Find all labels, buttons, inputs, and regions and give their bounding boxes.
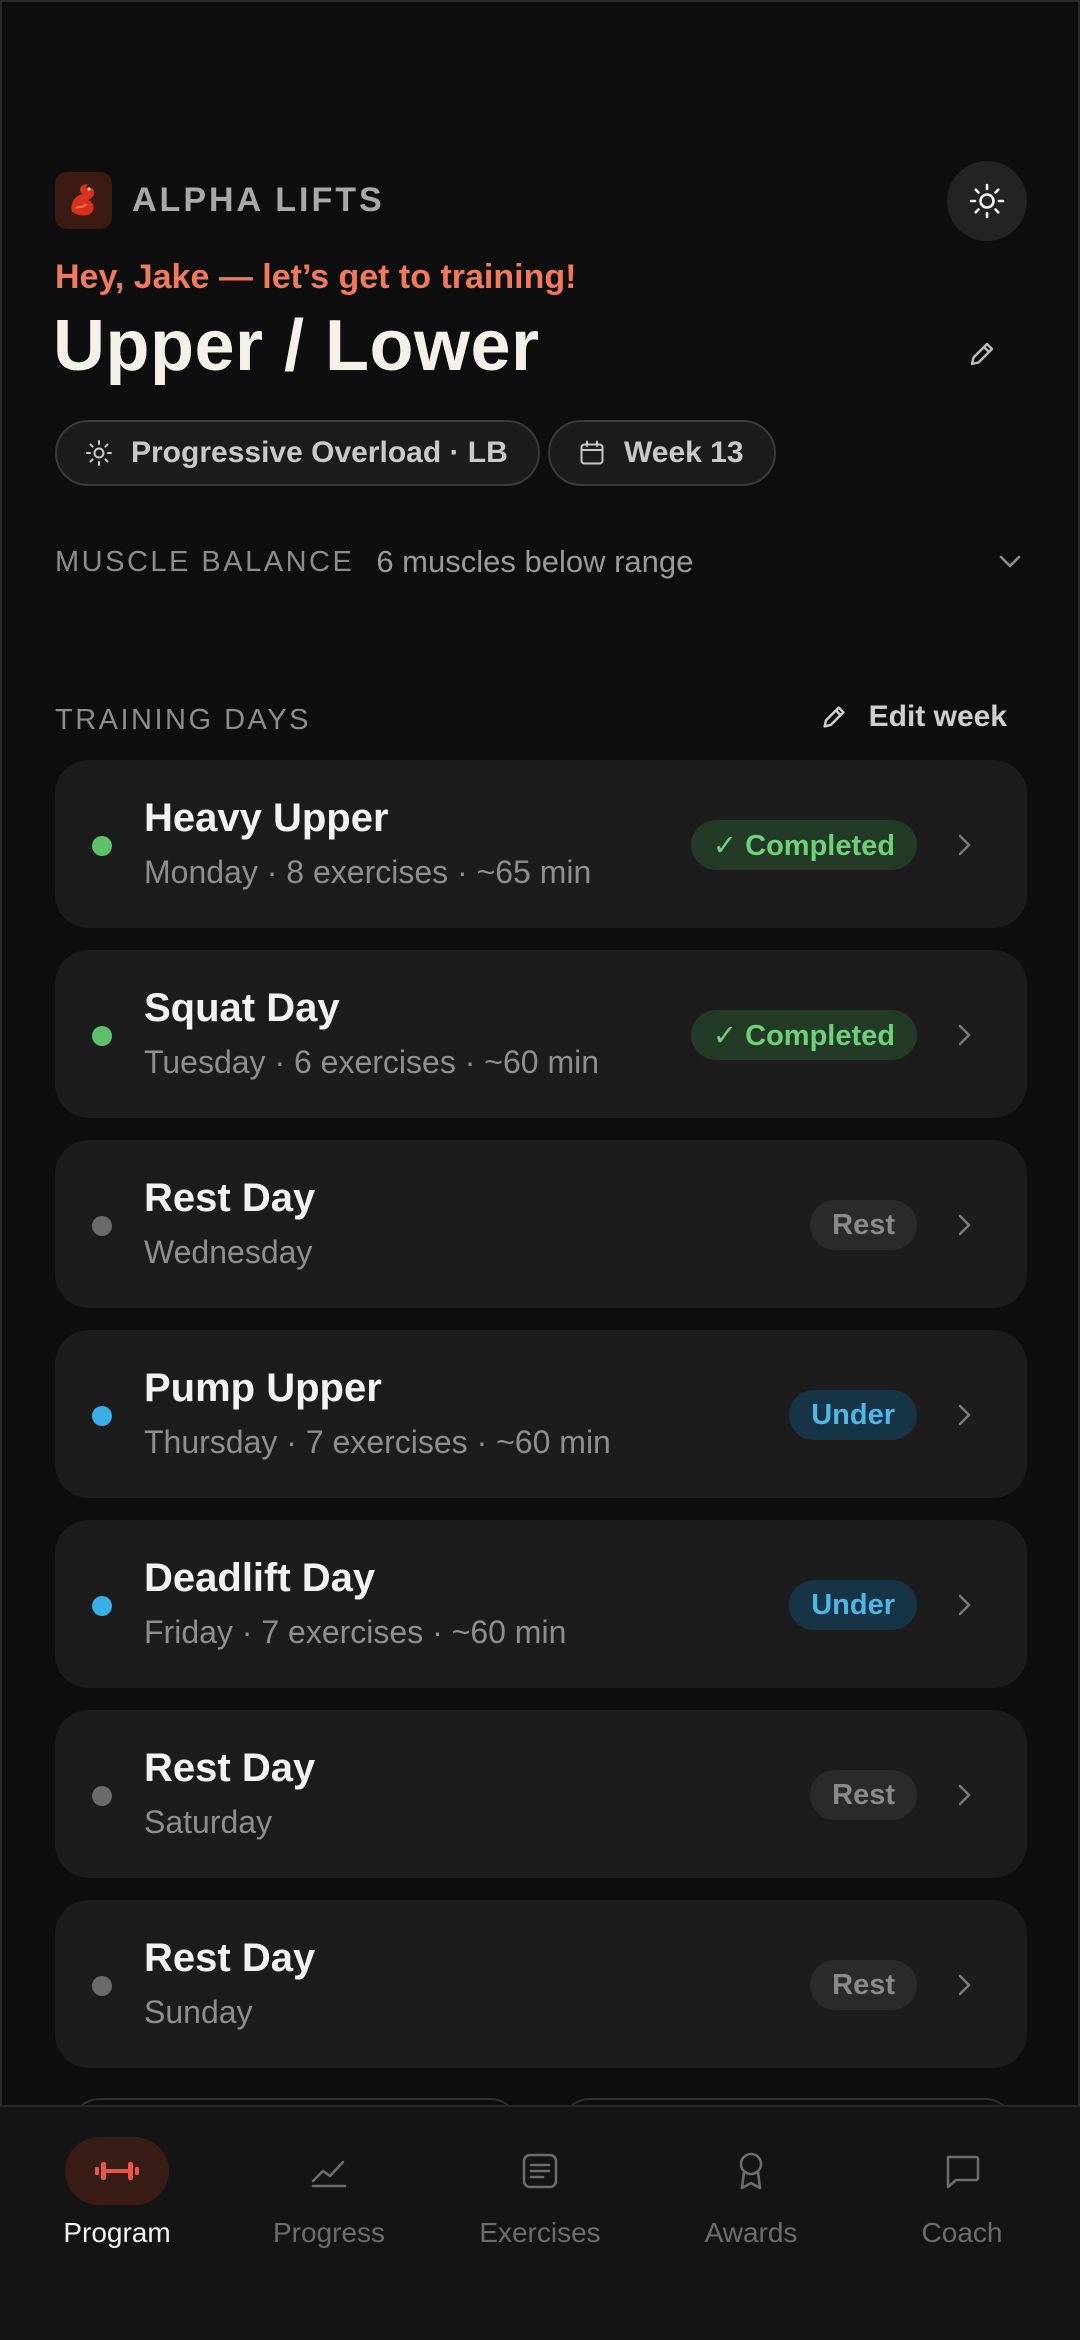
day-meta: Sunday: [144, 1994, 253, 2030]
status-badge: Rest: [810, 1770, 917, 1820]
greeting-text: Hey, Jake — let’s get to training!: [55, 258, 577, 296]
day-meta: Wednesday: [144, 1234, 313, 1270]
day-meta: Monday · 8 exercises · ~65 min: [144, 854, 592, 890]
program-type-chip[interactable]: Progressive Overload · LB: [55, 420, 540, 486]
muscle-balance-value: 6 muscles below range: [376, 544, 694, 579]
brand-row: ALPHA LIFTS: [55, 170, 385, 230]
status-badge: ✓ Completed: [690, 820, 917, 870]
edit-week-button[interactable]: Edit week: [819, 692, 1007, 742]
week-label: Week 13: [624, 436, 744, 469]
status-badge: Rest: [810, 1960, 917, 2010]
program-type-label: Progressive Overload · LB: [131, 436, 508, 469]
bottom-nav: Program Progress Exercises Awards Coach: [0, 2105, 1080, 2340]
status-dot: [92, 1406, 112, 1426]
chat-icon: [946, 2155, 980, 2189]
status-dot: [92, 1026, 112, 1046]
training-days-label: TRAINING DAYS: [55, 704, 311, 736]
status-badge: ✓ Completed: [690, 1010, 917, 1060]
award-icon: [739, 2152, 763, 2190]
training-day-card[interactable]: Deadlift Day Friday · 7 exercises · ~60 m…: [55, 1520, 1027, 1688]
nav-awards[interactable]: Awards: [656, 2137, 846, 2277]
training-day-card[interactable]: Squat Day Tuesday · 6 exercises · ~60 min…: [55, 950, 1027, 1118]
training-day-card[interactable]: Rest Day Sunday Rest: [55, 1900, 1027, 2068]
theme-toggle-button[interactable]: [947, 161, 1027, 241]
sparkle-icon: [85, 439, 113, 467]
dragon-logo-icon: [55, 171, 112, 229]
chart-line-icon: [311, 2160, 347, 2188]
nav-exercises-label: Exercises: [479, 2217, 601, 2248]
chevron-right-icon: [947, 1208, 981, 1242]
training-day-card[interactable]: Rest Day Wednesday Rest: [55, 1140, 1027, 1308]
list-icon: [522, 2153, 558, 2189]
day-name: Deadlift Day: [144, 1556, 376, 1600]
chevron-right-icon: [947, 1018, 981, 1052]
muscle-balance-row[interactable]: MUSCLE BALANCE 6 muscles below range: [55, 540, 1025, 584]
status-dot: [92, 1976, 112, 1996]
day-name: Rest Day: [144, 1746, 316, 1790]
edit-week-label: Edit week: [868, 700, 1007, 733]
nav-progress[interactable]: Progress: [234, 2137, 424, 2277]
nav-progress-label: Progress: [272, 2217, 386, 2248]
calendar-icon: [578, 439, 606, 467]
status-badge: Under: [789, 1390, 917, 1440]
chevron-right-icon: [947, 828, 981, 862]
training-days-header: TRAINING DAYS Edit week: [55, 692, 1025, 742]
pencil-icon: [970, 342, 994, 366]
chevron-down-icon: [995, 546, 1025, 581]
chevron-right-icon: [947, 1398, 981, 1432]
training-day-card[interactable]: Heavy Upper Monday · 8 exercises · ~65 mi…: [55, 760, 1027, 928]
training-day-card[interactable]: Pump Upper Thursday · 7 exercises · ~60 m…: [55, 1330, 1027, 1498]
edit-program-button[interactable]: [960, 332, 1004, 376]
day-meta: Friday · 7 exercises · ~60 min: [144, 1614, 567, 1650]
day-name: Heavy Upper: [144, 796, 389, 840]
nav-program[interactable]: Program: [22, 2137, 212, 2277]
chevron-right-icon: [947, 1778, 981, 1812]
status-dot: [92, 836, 112, 856]
status-badge: Rest: [810, 1200, 917, 1250]
chevron-right-icon: [947, 1588, 981, 1622]
training-day-card[interactable]: Rest Day Saturday Rest: [55, 1710, 1027, 1878]
status-badge: Under: [789, 1580, 917, 1630]
brand-name: ALPHA LIFTS: [132, 180, 385, 219]
day-meta: Thursday · 7 exercises · ~60 min: [144, 1424, 611, 1460]
sun-icon: [969, 183, 1005, 219]
nav-coach-label: Coach: [921, 2217, 1003, 2248]
status-dot: [92, 1786, 112, 1806]
training-days-list: Heavy Upper Monday · 8 exercises · ~65 mi…: [55, 760, 1027, 2090]
day-name: Rest Day: [144, 1176, 316, 1220]
day-meta: Saturday: [144, 1804, 273, 1840]
day-name: Rest Day: [144, 1936, 316, 1980]
program-title: Upper / Lower: [53, 306, 540, 386]
status-dot: [92, 1596, 112, 1616]
nav-program-label: Program: [63, 2217, 171, 2248]
week-chip[interactable]: Week 13: [548, 420, 776, 486]
muscle-balance-label: MUSCLE BALANCE: [55, 545, 355, 578]
pencil-icon: [819, 702, 849, 732]
day-meta: Tuesday · 6 exercises · ~60 min: [144, 1044, 599, 1080]
nav-awards-label: Awards: [704, 2217, 798, 2248]
day-name: Pump Upper: [144, 1366, 382, 1410]
chevron-right-icon: [947, 1968, 981, 2002]
nav-coach[interactable]: Coach: [867, 2137, 1057, 2277]
dumbbell-icon: [95, 2162, 139, 2180]
nav-exercises[interactable]: Exercises: [445, 2137, 635, 2277]
day-name: Squat Day: [144, 986, 340, 1030]
status-dot: [92, 1216, 112, 1236]
